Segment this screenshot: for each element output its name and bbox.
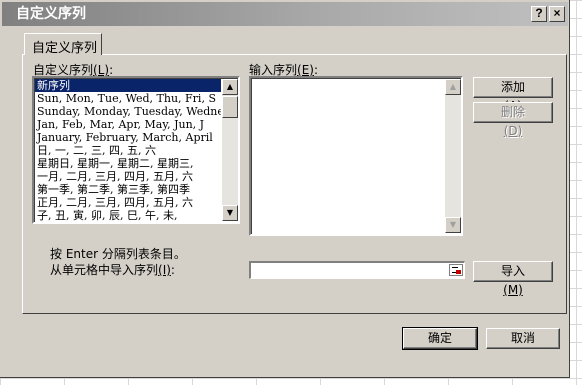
list-entries-scrollbar[interactable]: ▲ ▼ [445, 79, 461, 233]
list-item[interactable]: Jan, Feb, Mar, Apr, May, Jun, J [35, 118, 221, 131]
tab-custom-lists[interactable]: 自定义序列 [24, 33, 102, 56]
scroll-down-arrow-icon[interactable]: ▼ [222, 205, 238, 221]
custom-lists-label-suffix: : [109, 63, 114, 77]
list-item[interactable]: January, February, March, April [35, 131, 221, 144]
help-button[interactable]: ? [531, 6, 547, 22]
list-entries-label-suffix: : [313, 63, 319, 77]
import-range-label-suffix: : [170, 263, 175, 277]
import-button-key: (M) [503, 283, 523, 297]
custom-lists-label-key: (L) [93, 63, 110, 77]
list-item[interactable]: 日, 一, 二, 三, 四, 五, 六 [35, 144, 221, 157]
delete-button[interactable]: 删除 (D) [473, 102, 553, 138]
list-item[interactable]: 一月, 二月, 三月, 四月, 五月, 六 [35, 170, 221, 183]
close-button[interactable]: × [549, 6, 565, 22]
list-entries-label-text: 输入序列 [249, 63, 298, 77]
collapse-dialog-icon[interactable] [449, 264, 463, 276]
cancel-button-label: 取消 [510, 331, 535, 345]
delete-button-key: (D) [503, 124, 523, 138]
custom-lists-listbox[interactable]: 新序列 Sun, Mon, Tue, Wed, Thu, Fri, S Sunday… [32, 76, 240, 224]
import-range-input[interactable] [249, 261, 465, 279]
dialog-title: 自定义序列 [16, 6, 86, 22]
title-bar[interactable]: 自定义序列 ? × [2, 2, 568, 26]
custom-lists-label-text: 自定义序列 [33, 63, 94, 77]
list-item[interactable]: Sun, Mon, Tue, Wed, Thu, Fri, S [35, 92, 221, 105]
custom-lists-items: 新序列 Sun, Mon, Tue, Wed, Thu, Fri, S Sunday… [35, 79, 221, 221]
custom-lists-scrollbar[interactable]: ▲ ▼ [222, 79, 238, 221]
list-item[interactable]: 子, 丑, 寅, 卯, 辰, 巳, 午, 未, [35, 209, 221, 221]
list-item[interactable]: Sunday, Monday, Tuesday, Wednes [35, 105, 221, 118]
list-entries-label-key: (E) [297, 63, 314, 77]
import-range-label: 从单元格中导入序列(I): [50, 261, 175, 278]
scroll-down-arrow-icon[interactable]: ▼ [445, 217, 461, 233]
ok-button-label: 确定 [427, 331, 452, 345]
tab-label: 自定义序列 [32, 41, 98, 56]
custom-lists-dialog: 自定义序列 ? × 自定义序列 自定义序列(L): 新序列 Sun, Mon, T… [0, 0, 570, 378]
cancel-button[interactable]: 取消 [486, 328, 560, 349]
close-icon: × [553, 6, 561, 20]
list-entries-textarea[interactable]: ▲ ▼ [249, 76, 463, 236]
list-item[interactable]: 星期日, 星期一, 星期二, 星期三, [35, 157, 221, 170]
import-button[interactable]: 导入 (M) [473, 261, 553, 297]
list-item[interactable]: 正月, 二月, 三月, 四月, 五月, 六 [35, 196, 221, 209]
scroll-up-arrow-icon[interactable]: ▲ [445, 79, 461, 95]
ok-button[interactable]: 确定 [402, 327, 478, 350]
add-button[interactable]: 添加(A) [473, 77, 553, 113]
scroll-up-arrow-icon[interactable]: ▲ [222, 79, 238, 95]
list-item[interactable]: 第一季, 第二季, 第三季, 第四季 [35, 183, 221, 196]
help-icon: ? [535, 6, 543, 20]
separator-hint: 按 Enter 分隔列表条目。 [50, 247, 186, 261]
import-range-label-key: (I) [158, 263, 171, 277]
add-button-text: 添加 [500, 80, 525, 94]
import-range-label-text: 从单元格中导入序列 [50, 263, 159, 277]
list-item[interactable]: 新序列 [35, 79, 221, 92]
scrollbar-thumb[interactable] [222, 96, 238, 118]
import-button-text: 导入 [500, 264, 525, 278]
delete-button-text: 删除 [500, 105, 525, 119]
